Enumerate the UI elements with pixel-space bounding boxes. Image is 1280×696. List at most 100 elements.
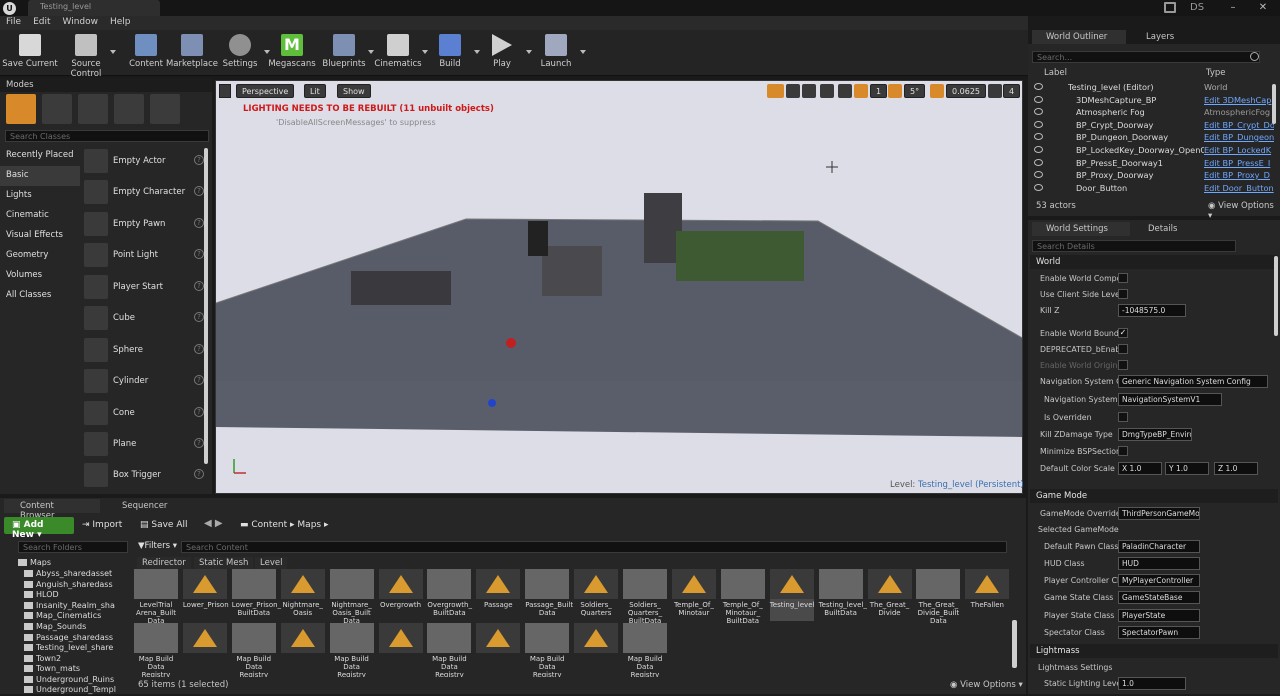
category-recently-placed[interactable]: Recently Placed xyxy=(0,146,80,166)
outliner-row[interactable]: BP_Dungeon_Doorway Edit BP_Dungeon xyxy=(1030,131,1278,144)
play-button[interactable]: Play xyxy=(472,32,532,74)
folder-item[interactable]: Passage_sharedass xyxy=(24,633,116,644)
checkbox[interactable] xyxy=(1118,344,1128,354)
user-initials[interactable]: DS xyxy=(1190,2,1204,13)
folder-item[interactable]: Anguish_sharedass xyxy=(24,580,116,591)
tab-details[interactable]: Details xyxy=(1134,222,1194,236)
category-visual-effects[interactable]: Visual Effects xyxy=(0,226,80,246)
tab-world-settings[interactable]: World Settings xyxy=(1032,222,1130,236)
place-item[interactable]: Empty Character? xyxy=(82,178,204,208)
menu-edit[interactable]: Edit xyxy=(27,16,56,28)
launch-button[interactable]: Launch xyxy=(526,32,586,74)
content-search-input[interactable]: Search Content xyxy=(181,541,1007,553)
place-item[interactable]: Box Trigger? xyxy=(82,461,204,491)
outliner-view-options[interactable]: ◉ View Options ▾ xyxy=(1208,201,1280,221)
kill-zdamage-dropdown[interactable]: DmgTypeBP_Enviro xyxy=(1118,428,1192,441)
tab-sequencer[interactable]: Sequencer xyxy=(104,499,184,513)
place-item[interactable]: Player Start? xyxy=(82,273,204,303)
source-control-button[interactable]: Source Control xyxy=(56,32,116,79)
class-dropdown[interactable]: HUD xyxy=(1118,557,1200,570)
class-dropdown[interactable]: MyPlayerController xyxy=(1118,574,1200,587)
asset-tile[interactable]: LevelTrial Arena_Built Data xyxy=(134,569,178,625)
rotation-snap-value[interactable]: 5° xyxy=(904,84,926,98)
landscape-mode-icon[interactable] xyxy=(78,94,108,124)
folder-item[interactable]: Town_mats xyxy=(24,664,116,675)
asset-scrollbar[interactable] xyxy=(1012,620,1017,668)
nav-config-dropdown[interactable]: Generic Navigation System Config xyxy=(1118,375,1268,388)
asset-tile[interactable]: Map Build Data Registry xyxy=(427,623,472,677)
category-cinematic[interactable]: Cinematic xyxy=(0,206,80,226)
translate-icon[interactable] xyxy=(767,84,784,98)
build-button[interactable]: Build xyxy=(420,32,480,74)
section-game-mode[interactable]: Game Mode xyxy=(1030,489,1278,503)
folder-item[interactable]: Underground_Templ xyxy=(24,685,116,696)
category-basic[interactable]: Basic xyxy=(0,166,80,186)
asset-tile[interactable]: Soldiers_ Quarters xyxy=(574,569,619,621)
filter-chip[interactable]: Static Mesh xyxy=(194,557,254,569)
notification-icon[interactable] xyxy=(1164,2,1176,13)
color-scale-z[interactable]: Z 1.0 xyxy=(1214,462,1258,475)
camera-speed-icon[interactable] xyxy=(988,84,1002,98)
asset-tile[interactable] xyxy=(378,623,423,675)
asset-tile[interactable]: Map Build Data Registry xyxy=(231,623,276,677)
lit-button[interactable]: Lit xyxy=(304,84,326,98)
class-dropdown[interactable]: GameStateBase xyxy=(1118,591,1200,604)
paint-mode-icon[interactable] xyxy=(42,94,72,124)
search-classes-input[interactable]: Search Classes xyxy=(5,130,209,142)
asset-tile[interactable]: Map Build Data Registry xyxy=(525,623,570,677)
minimize-button[interactable]: – xyxy=(1218,0,1248,16)
place-item[interactable]: Point Light? xyxy=(82,241,204,271)
outliner-col-label[interactable]: Label xyxy=(1044,68,1067,78)
geometry-mode-icon[interactable] xyxy=(150,94,180,124)
asset-tile[interactable] xyxy=(476,623,521,675)
static-lighting-input[interactable]: 1.0 xyxy=(1118,677,1186,690)
outliner-row[interactable]: Atmospheric Fog AtmosphericFog xyxy=(1030,106,1278,119)
place-item[interactable]: Cylinder? xyxy=(82,367,204,397)
folder-item[interactable]: Map_Cinematics xyxy=(24,611,116,622)
outliner-search-input[interactable]: Search... xyxy=(1032,51,1260,63)
close-button[interactable]: ✕ xyxy=(1248,0,1278,16)
breadcrumb[interactable]: ▬ Content ▸ Maps ▸ xyxy=(240,520,329,530)
modes-scrollbar[interactable] xyxy=(204,148,208,464)
filter-chip[interactable]: Redirector xyxy=(137,557,191,569)
folder-item[interactable]: Map_Sounds xyxy=(24,622,116,633)
asset-tile[interactable] xyxy=(574,623,619,675)
asset-tile[interactable] xyxy=(182,623,227,675)
checkbox[interactable] xyxy=(1118,412,1128,422)
checkbox[interactable] xyxy=(1118,289,1128,299)
details-scrollbar[interactable] xyxy=(1274,256,1278,336)
tab-layers[interactable]: Layers xyxy=(1130,30,1200,44)
category-geometry[interactable]: Geometry xyxy=(0,246,80,266)
asset-tile[interactable]: Passage xyxy=(476,569,521,621)
place-item[interactable]: Sphere? xyxy=(82,336,204,366)
outliner-col-type[interactable]: Type xyxy=(1206,68,1226,78)
asset-tile[interactable]: Map Build Data Registry xyxy=(134,623,178,677)
asset-tile[interactable]: Temple_Of_ Minotaur xyxy=(671,569,716,621)
grid-snap-icon[interactable] xyxy=(854,84,868,98)
folder-search-input[interactable]: Search Folders xyxy=(18,541,128,553)
settings-button[interactable]: Settings xyxy=(210,32,270,74)
scale-snap-icon[interactable] xyxy=(930,84,944,98)
outliner-row[interactable]: Door_Button Edit Door_Button xyxy=(1030,182,1278,195)
asset-tile[interactable] xyxy=(280,623,325,675)
show-button[interactable]: Show xyxy=(337,84,371,98)
gamemode-override-dropdown[interactable]: ThirdPersonGameMo xyxy=(1118,507,1200,520)
details-search-input[interactable]: Search Details xyxy=(1032,240,1236,252)
asset-tile[interactable]: The_Great_ Divide xyxy=(867,569,912,621)
save-all-button[interactable]: ▤ Save All xyxy=(140,520,188,530)
menu-file[interactable]: File xyxy=(0,16,27,28)
asset-tile[interactable]: Soldiers_ Quarters_ BuiltData xyxy=(623,569,667,625)
folder-item[interactable]: Testing_level_share xyxy=(24,643,116,654)
checkbox[interactable] xyxy=(1118,360,1128,370)
outliner-row[interactable]: BP_Crypt_Doorway Edit BP_Crypt_Do xyxy=(1030,119,1278,132)
folder-item[interactable]: Underground_Ruins xyxy=(24,675,116,686)
folder-item[interactable]: Abyss_sharedasset xyxy=(24,569,116,580)
asset-tile[interactable]: Overgrowth xyxy=(378,569,423,621)
folder-item[interactable]: Maps xyxy=(18,558,110,569)
folder-item[interactable]: HLOD xyxy=(24,590,116,601)
asset-tile[interactable]: Map Build Data Registry xyxy=(623,623,667,677)
filters-button[interactable]: ▼Filters ▾ xyxy=(138,541,177,551)
camera-speed-value[interactable]: 4 xyxy=(1003,84,1021,98)
tab-world-outliner[interactable]: World Outliner xyxy=(1032,30,1126,44)
add-new-button[interactable]: ▣ Add New ▾ xyxy=(4,517,74,540)
